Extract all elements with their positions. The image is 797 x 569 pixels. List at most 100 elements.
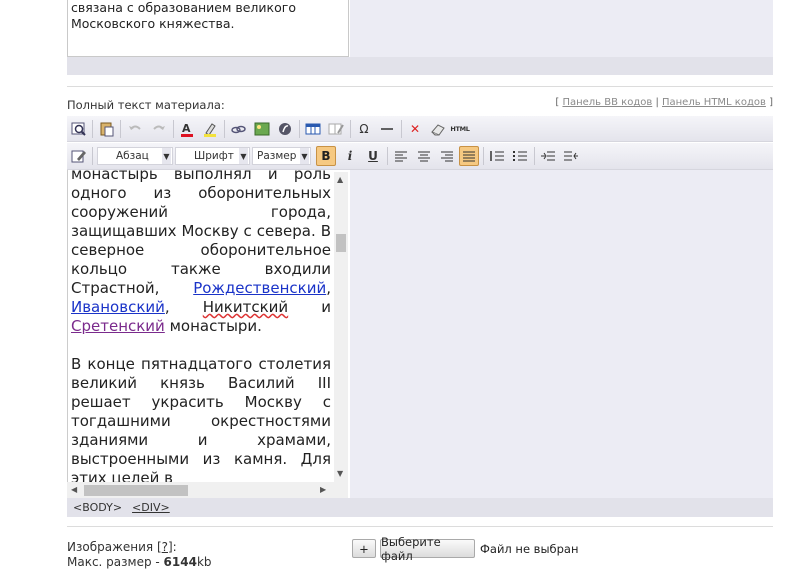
- images-label-text: Изображения [: [67, 540, 162, 554]
- editor-content[interactable]: монастырь выполнял и роль одного из обор…: [71, 170, 331, 498]
- separator: [534, 147, 535, 165]
- max-size-value: 6144: [163, 555, 197, 569]
- highlight-icon[interactable]: [200, 119, 220, 139]
- text-line: одного из оборонительных: [71, 184, 331, 202]
- html-codes-link[interactable]: Панель HTML кодов: [662, 97, 766, 108]
- scroll-up-icon[interactable]: ▲: [337, 175, 343, 184]
- preview-icon[interactable]: [69, 119, 89, 139]
- editor-paragraph: В конце пятнадцатого столетия великий кн…: [71, 355, 331, 488]
- link-sretensky[interactable]: Сретенский: [71, 317, 165, 335]
- special-char-icon[interactable]: Ω: [354, 119, 374, 139]
- bracket: ]: [769, 97, 773, 108]
- text-line: Страстной,: [71, 279, 160, 297]
- align-right-icon[interactable]: [437, 146, 457, 166]
- scroll-right-icon[interactable]: ▶: [320, 485, 326, 494]
- align-justify-icon[interactable]: [459, 146, 479, 166]
- separator: [224, 120, 225, 138]
- remove-format-icon[interactable]: ✕: [405, 119, 425, 139]
- panel-links: [ Панель BB кодов | Панель HTML кодов ]: [555, 97, 773, 108]
- html-source-icon[interactable]: HTML: [450, 119, 470, 139]
- bracket: [: [555, 97, 560, 108]
- undo-icon[interactable]: [125, 119, 145, 139]
- image-icon[interactable]: [252, 119, 272, 139]
- ordered-list-icon[interactable]: [487, 146, 507, 166]
- edit-icon[interactable]: [69, 146, 89, 166]
- chevron-down-icon: ▼: [300, 148, 309, 164]
- full-text-label: Полный текст материала:: [67, 98, 225, 112]
- unordered-list-icon[interactable]: [510, 146, 530, 166]
- paste-icon[interactable]: [97, 119, 117, 139]
- format-select[interactable]: Абзац ▼: [97, 147, 173, 165]
- italic-button[interactable]: i: [340, 146, 360, 166]
- divider: [67, 86, 773, 87]
- separator: [92, 120, 93, 138]
- size-select-value: Размер: [257, 150, 297, 162]
- short-text-line: связана с образованием великого: [71, 0, 296, 15]
- vertical-scrollbar[interactable]: ▲ ▼: [334, 172, 348, 482]
- scroll-down-icon[interactable]: ▼: [337, 469, 343, 478]
- separator: [401, 120, 402, 138]
- vertical-scroll-thumb[interactable]: [336, 234, 346, 252]
- horizontal-rule-icon[interactable]: [377, 119, 397, 139]
- size-select[interactable]: Размер ▼: [252, 147, 311, 165]
- redo-icon[interactable]: [149, 119, 169, 139]
- separator: [387, 147, 388, 165]
- text-word: и: [321, 298, 331, 316]
- separator: [299, 120, 300, 138]
- text-word: монастыри.: [169, 317, 262, 335]
- bold-button[interactable]: B: [316, 146, 336, 166]
- table-props-icon[interactable]: [326, 119, 346, 139]
- editor-toolbar-row-1: A Ω ✕ HTML: [67, 116, 773, 142]
- separator: [483, 147, 484, 165]
- editor-toolbar-row-2: Абзац ▼ Шрифт ▼ Размер ▼ B i U: [67, 143, 773, 170]
- element-path-bar: <BODY> <DIV>: [67, 498, 773, 517]
- short-text-editor-background: [350, 0, 773, 57]
- font-select-value: Шрифт: [194, 150, 234, 162]
- scroll-left-icon[interactable]: ◀: [71, 485, 77, 494]
- clean-icon[interactable]: [428, 119, 448, 139]
- separator: |: [655, 97, 659, 108]
- max-size-unit: kb: [196, 555, 212, 569]
- font-select[interactable]: Шрифт ▼: [175, 147, 250, 165]
- add-image-button[interactable]: +: [352, 539, 376, 558]
- align-left-icon[interactable]: [391, 146, 411, 166]
- format-select-value: Абзац: [116, 150, 149, 162]
- misspelled-word: Никитский: [202, 298, 289, 316]
- path-body-tag[interactable]: <BODY>: [73, 501, 122, 514]
- short-text-textarea[interactable]: связана с образованием великого Московск…: [67, 0, 349, 57]
- link-icon[interactable]: [228, 119, 248, 139]
- flash-icon[interactable]: [275, 119, 295, 139]
- max-size-label: Макс. размер - 6144kb: [67, 555, 212, 569]
- separator: [92, 147, 93, 165]
- short-text-line: Московского княжества.: [71, 16, 235, 31]
- editor-background: [350, 170, 773, 498]
- horizontal-scroll-thumb[interactable]: [84, 485, 188, 496]
- chevron-down-icon: ▼: [162, 148, 171, 164]
- link-ivanovsky[interactable]: Ивановский: [71, 298, 165, 316]
- outdent-icon[interactable]: [561, 146, 581, 166]
- html-glyph: HTML: [450, 125, 470, 133]
- text-line: кольцо также входили: [71, 260, 331, 278]
- align-center-icon[interactable]: [414, 146, 434, 166]
- short-text-status-bar: [67, 57, 773, 75]
- table-icon[interactable]: [303, 119, 323, 139]
- separator: [173, 120, 174, 138]
- underline-button[interactable]: U: [363, 146, 383, 166]
- images-label-end: ]:: [168, 540, 177, 554]
- text-line: сооружений города,: [71, 203, 331, 221]
- separator: [350, 120, 351, 138]
- full-text-editor[interactable]: монастырь выполнял и роль одного из обор…: [67, 170, 350, 498]
- svg-text:A: A: [182, 122, 191, 135]
- no-file-chosen-text: Файл не выбран: [480, 542, 579, 556]
- path-div-tag[interactable]: <DIV>: [132, 501, 170, 514]
- text-line: защищавших Москву с севера.: [71, 222, 316, 240]
- text-line: монастырь выполнял и роль: [71, 170, 331, 183]
- comma: ,: [326, 279, 331, 297]
- bb-codes-link[interactable]: Панель BB кодов: [562, 97, 652, 108]
- choose-file-button[interactable]: Выберите файл: [380, 535, 475, 563]
- link-rozhdestvensky[interactable]: Рождественский: [193, 279, 326, 297]
- text-color-icon[interactable]: A: [177, 119, 197, 139]
- indent-icon[interactable]: [538, 146, 558, 166]
- separator: [120, 120, 121, 138]
- omega-glyph: Ω: [359, 122, 369, 136]
